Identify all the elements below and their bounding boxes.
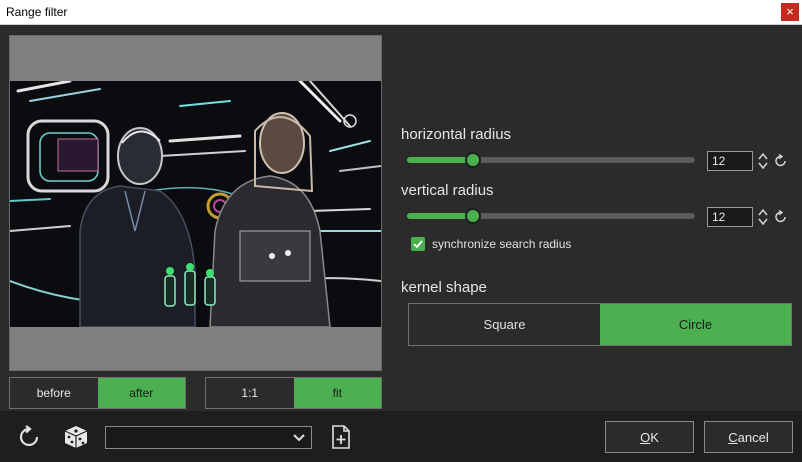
ok-button[interactable]: OK: [605, 421, 694, 453]
cancel-accel: C: [728, 429, 738, 445]
new-preset-icon[interactable]: [330, 425, 352, 449]
zoom-1-1-button[interactable]: 1:1: [206, 378, 294, 408]
preview-panel: [9, 35, 382, 371]
after-button[interactable]: after: [97, 378, 185, 408]
spinner-icon[interactable]: [757, 151, 769, 171]
horizontal-radius-slider[interactable]: [407, 152, 695, 168]
preview-photo: [10, 81, 381, 327]
vertical-radius-slider[interactable]: [407, 208, 695, 224]
reset-icon[interactable]: [17, 425, 41, 449]
reset-small-icon[interactable]: [774, 210, 788, 224]
check-icon: [413, 240, 423, 249]
spinner-icon[interactable]: [757, 207, 769, 227]
before-button[interactable]: before: [10, 378, 98, 408]
before-after-toggle: before after: [9, 377, 186, 409]
horizontal-radius-input[interactable]: 12: [707, 151, 753, 171]
preview-image: [10, 81, 381, 327]
ok-accel: O: [640, 429, 651, 445]
reset-small-icon[interactable]: [774, 154, 788, 168]
kernel-square-button[interactable]: Square: [409, 304, 600, 345]
vertical-radius-label: vertical radius: [401, 182, 494, 199]
cancel-button[interactable]: Cancel: [704, 421, 793, 453]
kernel-shape-label: kernel shape: [401, 279, 487, 296]
window-title: Range filter: [6, 5, 68, 19]
dice-icon[interactable]: [63, 424, 89, 450]
kernel-shape-toggle: Square Circle: [408, 303, 792, 346]
vertical-radius-input[interactable]: 12: [707, 207, 753, 227]
zoom-fit-button[interactable]: fit: [293, 378, 381, 408]
horizontal-radius-label: horizontal radius: [401, 126, 512, 143]
sync-label[interactable]: synchronize search radius: [432, 237, 571, 251]
zoom-toggle: 1:1 fit: [205, 377, 382, 409]
title-bar: Range filter ×: [0, 0, 802, 25]
sync-checkbox[interactable]: [411, 237, 425, 251]
close-icon[interactable]: ×: [781, 3, 799, 21]
chevron-down-icon: [293, 434, 305, 442]
kernel-circle-button[interactable]: Circle: [600, 304, 791, 345]
preset-dropdown[interactable]: [105, 426, 312, 449]
cancel-rest: ancel: [737, 429, 769, 445]
vertical-radius-fill: [407, 213, 474, 219]
horizontal-radius-fill: [407, 157, 474, 163]
ok-rest: K: [650, 429, 659, 445]
